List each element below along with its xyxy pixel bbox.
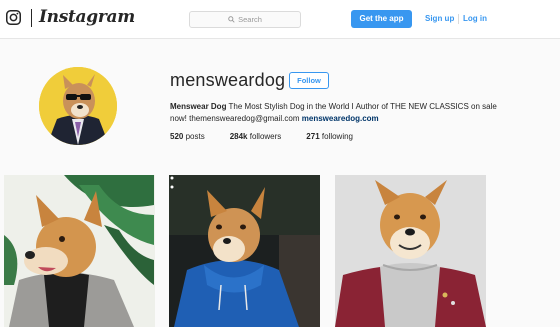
bio-name: Menswear Dog: [170, 102, 227, 111]
posts-stat: 520 posts: [170, 132, 205, 141]
post-image: [4, 175, 155, 327]
post-thumbnail[interactable]: [169, 175, 320, 327]
followers-stat[interactable]: 284k followers: [230, 132, 282, 141]
followers-label: followers: [247, 132, 282, 141]
sign-up-link[interactable]: Sign up: [425, 14, 454, 23]
posts-label: posts: [183, 132, 205, 141]
following-stat[interactable]: 271 following: [306, 132, 353, 141]
instagram-wordmark[interactable]: Instagram: [39, 7, 135, 27]
posts-count: 520: [170, 132, 184, 141]
profile-stats: 520 posts 284k followers 271 following: [170, 132, 378, 141]
search-input[interactable]: Search: [189, 11, 301, 28]
follow-button[interactable]: Follow: [289, 72, 329, 89]
following-count: 271: [306, 132, 320, 141]
bio-website-link[interactable]: menswearedog.com: [302, 114, 379, 123]
profile-avatar[interactable]: [39, 67, 117, 145]
instagram-camera-icon[interactable]: [6, 10, 21, 25]
search-icon: [228, 16, 235, 23]
profile-bio: Menswear Dog The Most Stylish Dog in the…: [170, 101, 500, 125]
following-label: following: [319, 132, 354, 141]
post-thumbnail[interactable]: [335, 175, 486, 327]
log-in-link[interactable]: Log in: [463, 14, 487, 23]
post-image: [335, 175, 486, 327]
post-image: [169, 175, 320, 327]
get-the-app-button[interactable]: Get the app: [351, 10, 412, 28]
logo-divider: [31, 9, 32, 27]
post-thumbnail[interactable]: [4, 175, 155, 327]
profile-username: mensweardog: [170, 70, 286, 90]
avatar-image: [39, 67, 117, 145]
top-nav-bar: Instagram Search Get the app Sign up Log…: [0, 0, 560, 39]
search-placeholder: Search: [238, 15, 262, 24]
followers-count: 284k: [229, 132, 248, 141]
nav-separator: [458, 14, 459, 24]
